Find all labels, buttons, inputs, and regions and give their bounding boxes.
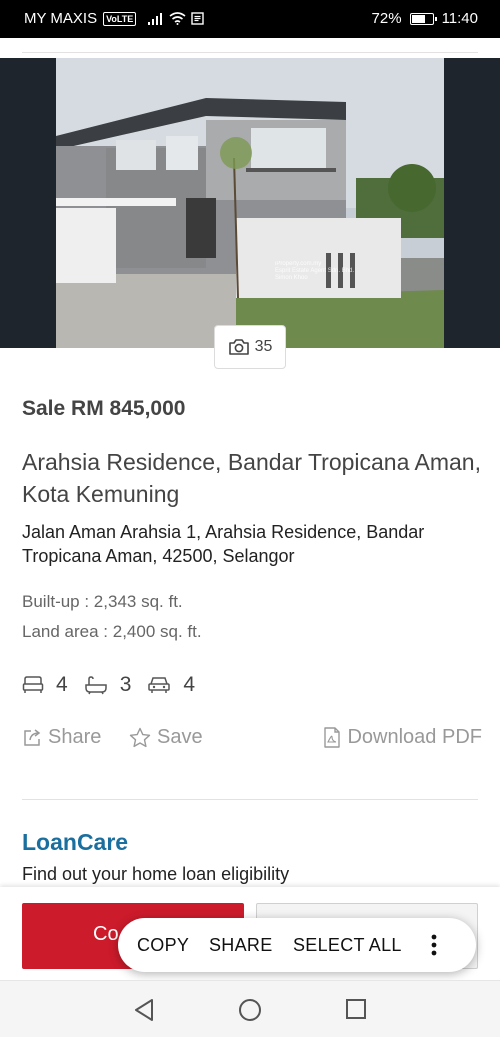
- select-all-menu-item[interactable]: SELECT ALL: [293, 935, 402, 956]
- watermark-line: Simon Khoo: [275, 275, 308, 281]
- clock: 11:40: [441, 10, 478, 27]
- share-menu-item[interactable]: SHARE: [209, 935, 273, 956]
- share-label: Share: [48, 726, 102, 748]
- more-options-icon[interactable]: [430, 933, 438, 962]
- carrier-group: MY MAXIS VoLTE: [24, 10, 204, 27]
- share-button[interactable]: Share: [22, 726, 101, 749]
- back-icon[interactable]: [133, 998, 155, 1027]
- home-icon[interactable]: [238, 998, 262, 1027]
- watermark-line: Esprit Estate Agent Sdn. Bhd.: [275, 268, 355, 274]
- car-icon: [147, 675, 171, 695]
- pdf-icon: [324, 727, 341, 748]
- loancare-logo: LoanCare: [22, 829, 128, 856]
- share-icon: [24, 728, 41, 746]
- system-navigation-bar: [0, 980, 500, 1037]
- house-photo: [56, 58, 444, 348]
- top-strip: [0, 38, 500, 58]
- recents-icon[interactable]: [345, 998, 367, 1025]
- volte-badge: VoLTE: [103, 11, 137, 26]
- status-right: 72% 11:40: [372, 10, 478, 27]
- photo-count: 35: [254, 338, 273, 355]
- battery-icon: [409, 12, 437, 25]
- section-divider: [22, 799, 478, 800]
- photo-watermark: iProperty.com.my Esprit Estate Agent Sdn…: [275, 261, 354, 282]
- bathroom-count: 3: [119, 673, 132, 696]
- notification-icon: [191, 12, 204, 25]
- land-area-size: Land area : 2,400 sq. ft.: [22, 622, 202, 641]
- text-selection-menu: COPY SHARE SELECT ALL: [118, 918, 476, 972]
- camera-icon: [228, 339, 249, 355]
- save-button[interactable]: Save: [129, 726, 203, 749]
- photo-count-badge[interactable]: 35: [214, 325, 286, 369]
- save-label: Save: [157, 726, 203, 748]
- listing-actions: Share Save Download PDF: [22, 726, 482, 756]
- property-features: 4 3 4: [22, 673, 211, 697]
- copy-menu-item[interactable]: COPY: [137, 935, 189, 956]
- status-icons: [148, 12, 204, 25]
- loancare-tagline: Find out your home loan eligibility: [22, 864, 290, 884]
- property-photo[interactable]: iProperty.com.my Esprit Estate Agent Sdn…: [0, 58, 500, 348]
- bedroom-count: 4: [56, 673, 68, 696]
- battery-percent: 72%: [371, 10, 402, 27]
- listing-address: Jalan Aman Arahsia 1, Arahsia Residence,…: [22, 522, 425, 566]
- watermark-line: iProperty.com.my: [275, 261, 322, 267]
- carrier-name: MY MAXIS: [24, 10, 98, 27]
- download-pdf-label: Download PDF: [347, 726, 482, 748]
- listing-price: Sale RM 845,000: [22, 397, 186, 420]
- bathtub-icon: [84, 675, 108, 695]
- car-park-count: 4: [183, 673, 196, 696]
- star-icon: [129, 727, 151, 748]
- wifi-icon: [169, 12, 186, 25]
- download-pdf-button[interactable]: Download PDF: [323, 726, 482, 749]
- status-bar: MY MAXIS VoLTE 72% 11:40: [0, 0, 500, 38]
- loancare-logo-text: LoanCare: [22, 829, 129, 855]
- signal-icon: [148, 12, 163, 25]
- contact-button-label: Co: [93, 923, 119, 945]
- listing-title: Arahsia Residence, Bandar Tropicana Aman…: [22, 449, 481, 507]
- bed-icon: [22, 675, 44, 695]
- built-up-size: Built-up : 2,343 sq. ft.: [22, 592, 183, 611]
